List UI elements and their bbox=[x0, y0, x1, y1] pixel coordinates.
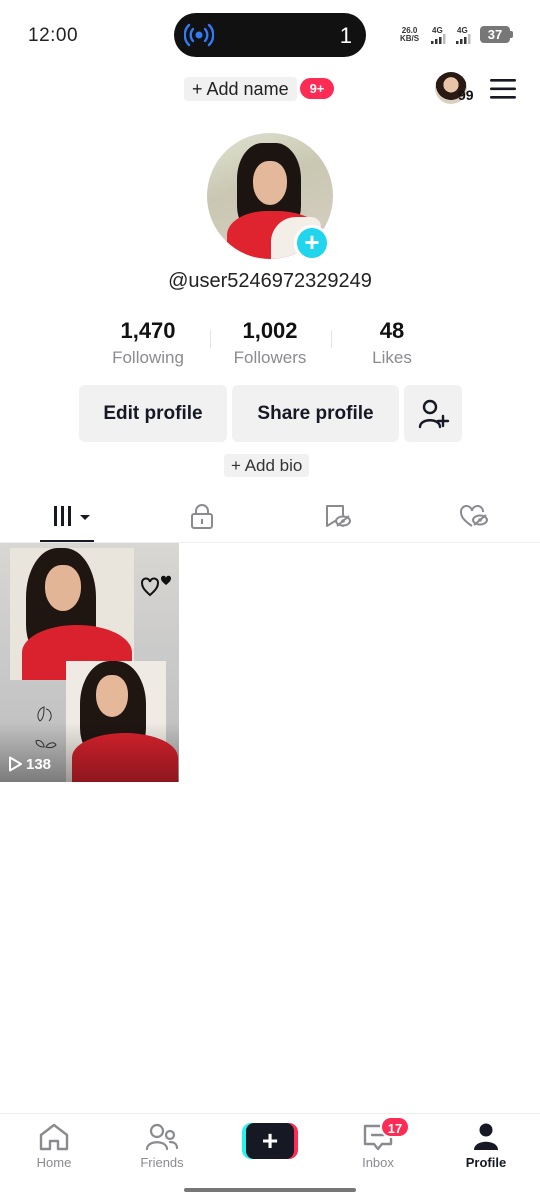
add-friend-button[interactable] bbox=[404, 385, 462, 442]
nav-friends-label: Friends bbox=[140, 1155, 184, 1170]
video-thumbnail[interactable] bbox=[0, 543, 179, 782]
video-views-value: 138 bbox=[26, 756, 52, 773]
status-time: 12:00 bbox=[28, 25, 79, 46]
stat-likes-value: 48 bbox=[379, 318, 405, 343]
home-icon bbox=[39, 1123, 69, 1151]
share-profile-button[interactable]: Share profile bbox=[232, 385, 399, 442]
add-user-icon bbox=[418, 399, 450, 429]
stat-followers-label: Followers bbox=[233, 348, 307, 367]
account-avatar-count: 99 bbox=[458, 87, 474, 103]
add-bio-button[interactable]: + Add bio bbox=[224, 454, 310, 477]
create-button[interactable]: + bbox=[242, 1123, 298, 1159]
network-speed: 26.0 KB/S bbox=[400, 27, 419, 43]
plus-icon: + bbox=[246, 1123, 294, 1159]
nav-inbox-label: Inbox bbox=[362, 1155, 394, 1170]
nav-home[interactable]: Home bbox=[0, 1122, 108, 1182]
add-name-badge: 9+ bbox=[300, 78, 334, 99]
signal-1: 4G bbox=[430, 26, 450, 44]
dynamic-island[interactable]: 1 bbox=[174, 13, 366, 57]
tab-private[interactable] bbox=[135, 494, 270, 542]
nav-profile-label: Profile bbox=[465, 1155, 507, 1170]
video-view-count: 138 bbox=[8, 755, 51, 775]
play-icon bbox=[9, 756, 22, 772]
broadcast-icon bbox=[184, 23, 214, 47]
stat-followers-value: 1,002 bbox=[242, 318, 298, 343]
profile-stats: 1,470 Following 1,002 Followers 48 Likes bbox=[88, 318, 452, 370]
username: @user5246972329249 bbox=[168, 270, 372, 292]
hearts-sticker-icon bbox=[141, 575, 172, 597]
add-name-button[interactable]: + Add name bbox=[184, 77, 297, 101]
stat-following-value: 1,470 bbox=[120, 318, 176, 343]
liked-hidden-icon bbox=[460, 505, 488, 527]
signal-bars-icon bbox=[456, 34, 471, 44]
profile-page: 12:00 1 26.0 KB/S 4G 4G 37 + Add name 9+… bbox=[0, 0, 540, 1200]
tab-videos[interactable] bbox=[0, 494, 135, 542]
nav-friends[interactable]: Friends bbox=[108, 1122, 216, 1182]
tab-favorites[interactable] bbox=[270, 494, 405, 542]
profile-icon bbox=[474, 1123, 498, 1150]
stat-likes[interactable]: 48 Likes bbox=[332, 318, 452, 368]
nav-home-label: Home bbox=[36, 1155, 72, 1170]
add-avatar-plus-icon[interactable]: + bbox=[294, 225, 330, 261]
stat-followers[interactable]: 1,002 Followers bbox=[210, 318, 330, 368]
signal-2: 4G bbox=[455, 26, 475, 44]
tab-liked[interactable] bbox=[405, 494, 540, 542]
bottom-navigation: Home Friends + Inbox Profile bbox=[0, 1113, 540, 1200]
menu-icon[interactable] bbox=[490, 78, 516, 100]
favorites-hidden-icon bbox=[326, 505, 351, 527]
network-speed-unit: KB/S bbox=[400, 34, 420, 43]
stat-likes-label: Likes bbox=[372, 348, 412, 367]
island-count: 1 bbox=[339, 23, 352, 48]
edit-profile-button[interactable]: Edit profile bbox=[79, 385, 227, 442]
status-bar: 12:00 1 26.0 KB/S 4G 4G 37 bbox=[0, 0, 540, 70]
profile-tabs bbox=[0, 494, 540, 543]
home-indicator bbox=[184, 1188, 356, 1192]
signal-bars-icon bbox=[431, 34, 446, 44]
nav-profile[interactable]: Profile bbox=[432, 1122, 540, 1182]
nav-inbox[interactable]: Inbox bbox=[324, 1122, 432, 1182]
videos-grid-icon bbox=[54, 506, 90, 526]
stat-following[interactable]: 1,470 Following bbox=[88, 318, 208, 368]
lock-icon bbox=[191, 504, 213, 529]
tab-active-indicator bbox=[40, 540, 94, 542]
friends-icon bbox=[145, 1123, 179, 1151]
inbox-badge: 17 bbox=[380, 1116, 410, 1138]
stat-following-label: Following bbox=[112, 348, 184, 367]
battery-indicator: 37 bbox=[480, 26, 513, 43]
